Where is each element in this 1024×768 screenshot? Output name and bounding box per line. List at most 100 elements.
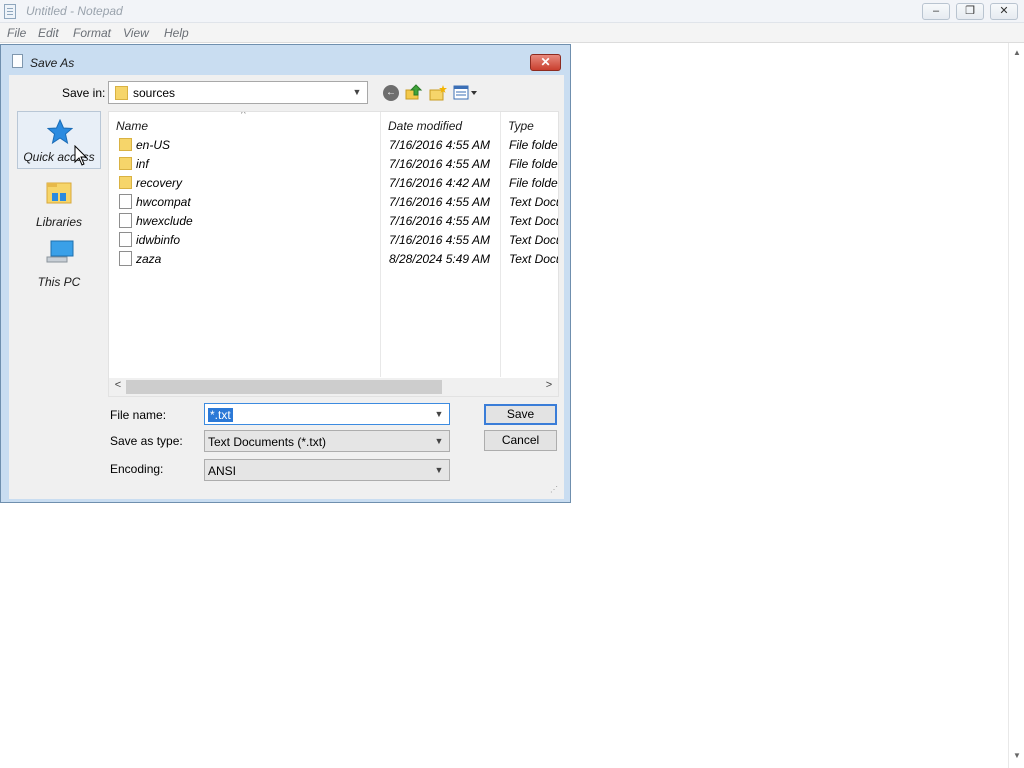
- chevron-down-icon[interactable]: ▼: [432, 404, 446, 424]
- file-row[interactable]: hwexclude 7/16/2016 4:55 AM Text Docu...: [109, 211, 558, 230]
- save-as-type-value: Text Documents (*.txt): [208, 435, 327, 449]
- menu-view[interactable]: View: [123, 26, 149, 40]
- file-row[interactable]: zaza 8/28/2024 5:49 AM Text Docu...: [109, 249, 558, 268]
- place-label: Libraries: [35, 215, 83, 229]
- file-name: zaza: [136, 252, 162, 266]
- folder-icon: [119, 176, 132, 189]
- folder-icon: [119, 157, 132, 170]
- save-as-type-dropdown[interactable]: Text Documents (*.txt) ▼: [204, 430, 450, 452]
- menu-edit[interactable]: Edit: [38, 26, 59, 40]
- file-date: 8/28/2024 5:49 AM: [389, 252, 490, 266]
- mouse-cursor-icon: [74, 145, 88, 166]
- computer-icon: [46, 240, 74, 263]
- file-name: hwexclude: [136, 214, 193, 228]
- restore-button[interactable]: ❐: [956, 3, 984, 20]
- places-bar: Quick access Libraries This PC: [14, 111, 102, 494]
- file-type: File folder: [509, 157, 559, 171]
- file-list[interactable]: Name ^ Date modified Type en-US 7/16/201…: [108, 111, 559, 397]
- menu-file[interactable]: File: [7, 26, 26, 40]
- back-button[interactable]: ←: [383, 85, 399, 101]
- file-type: File folder: [509, 176, 559, 190]
- horizontal-scrollbar[interactable]: < >: [109, 378, 558, 396]
- dialog-title: Save As: [30, 56, 75, 70]
- file-name-label: File name:: [110, 408, 167, 422]
- column-header-type[interactable]: Type: [501, 112, 558, 137]
- restore-icon: ❐: [965, 5, 975, 17]
- dialog-titlebar[interactable]: Save As ✕: [1, 45, 570, 75]
- menu-bar: File Edit Format View Help: [0, 23, 1024, 43]
- file-name: inf: [136, 157, 149, 171]
- save-in-label: Save in:: [62, 86, 106, 100]
- encoding-label: Encoding:: [110, 462, 164, 476]
- file-name: recovery: [136, 176, 183, 190]
- file-name-value: *.txt: [208, 408, 233, 422]
- file-type: Text Docu...: [509, 195, 558, 209]
- file-date: 7/16/2016 4:55 AM: [389, 157, 490, 171]
- file-type: Text Docu...: [509, 214, 558, 228]
- encoding-dropdown[interactable]: ANSI ▼: [204, 459, 450, 481]
- file-row[interactable]: en-US 7/16/2016 4:55 AM File folder: [109, 135, 559, 154]
- views-menu-button[interactable]: [453, 84, 479, 102]
- new-folder-button[interactable]: [429, 84, 447, 102]
- file-row[interactable]: inf 7/16/2016 4:55 AM File folder: [109, 154, 559, 173]
- chevron-down-icon: ▼: [434, 465, 444, 475]
- file-row[interactable]: hwcompat 7/16/2016 4:55 AM Text Docu...: [109, 192, 558, 211]
- place-label: This PC: [37, 275, 81, 289]
- text-file-icon: [119, 251, 132, 266]
- place-quick-access[interactable]: Quick access: [17, 111, 101, 169]
- file-date: 7/16/2016 4:55 AM: [389, 233, 490, 247]
- file-name-input[interactable]: *.txt ▼: [204, 403, 450, 425]
- file-name: hwcompat: [136, 195, 191, 209]
- scroll-right-icon[interactable]: >: [542, 379, 556, 391]
- text-file-icon: [119, 232, 132, 247]
- file-row[interactable]: recovery 7/16/2016 4:42 AM File folder: [109, 173, 559, 192]
- dialog-icon: [12, 54, 23, 68]
- menu-help[interactable]: Help: [164, 26, 189, 40]
- file-type: Text Docu...: [509, 252, 558, 266]
- up-one-level-button[interactable]: [405, 83, 423, 101]
- new-folder-icon: [429, 85, 447, 101]
- view-details-icon: [453, 85, 477, 100]
- star-icon: [47, 119, 73, 145]
- notepad-titlebar[interactable]: Untitled - Notepad – ❐ ✕: [0, 0, 1024, 23]
- back-arrow-icon: ←: [386, 87, 396, 98]
- up-folder-icon: [405, 84, 423, 100]
- scrollbar-thumb[interactable]: [126, 380, 442, 394]
- file-date: 7/16/2016 4:55 AM: [389, 138, 490, 152]
- resize-grip-icon[interactable]: ⋰: [550, 485, 560, 495]
- place-this-pc[interactable]: This PC: [17, 235, 101, 293]
- file-name: en-US: [136, 138, 171, 152]
- save-as-type-label: Save as type:: [110, 434, 183, 448]
- save-in-value: sources: [133, 86, 176, 100]
- folder-icon: [115, 86, 128, 100]
- vertical-scrollbar[interactable]: ▲ ▼: [1008, 43, 1024, 768]
- save-button[interactable]: Save: [484, 404, 557, 425]
- file-date: 7/16/2016 4:42 AM: [389, 176, 490, 190]
- sort-ascending-icon: ^: [241, 111, 246, 120]
- save-in-dropdown[interactable]: sources ▼: [108, 81, 368, 104]
- text-file-icon: [119, 213, 132, 228]
- scroll-left-icon[interactable]: <: [111, 379, 125, 391]
- file-date: 7/16/2016 4:55 AM: [389, 195, 490, 209]
- dialog-body: Save in: sources ▼ ← Quick access Librar…: [9, 75, 564, 499]
- menu-format[interactable]: Format: [73, 26, 111, 40]
- close-icon: ✕: [540, 55, 551, 69]
- folder-icon: [119, 138, 132, 151]
- file-row[interactable]: idwbinfo 7/16/2016 4:55 AM Text Docu...: [109, 230, 558, 249]
- minimize-button[interactable]: –: [922, 3, 950, 20]
- column-header-date[interactable]: Date modified: [381, 112, 501, 137]
- close-icon: ✕: [999, 5, 1009, 17]
- chevron-down-icon: ▼: [434, 436, 444, 446]
- minimize-icon: –: [932, 5, 940, 17]
- place-libraries[interactable]: Libraries: [17, 175, 101, 233]
- close-window-button[interactable]: ✕: [990, 3, 1018, 20]
- scroll-up-icon[interactable]: ▲: [1009, 48, 1024, 57]
- file-type: File folder: [509, 138, 559, 152]
- dialog-close-button[interactable]: ✕: [530, 54, 561, 71]
- scroll-down-icon[interactable]: ▼: [1009, 751, 1024, 760]
- text-file-icon: [119, 194, 132, 209]
- file-name: idwbinfo: [136, 233, 181, 247]
- file-type: Text Docu...: [509, 233, 558, 247]
- cancel-button[interactable]: Cancel: [484, 430, 557, 451]
- chevron-down-icon: ▼: [352, 87, 362, 97]
